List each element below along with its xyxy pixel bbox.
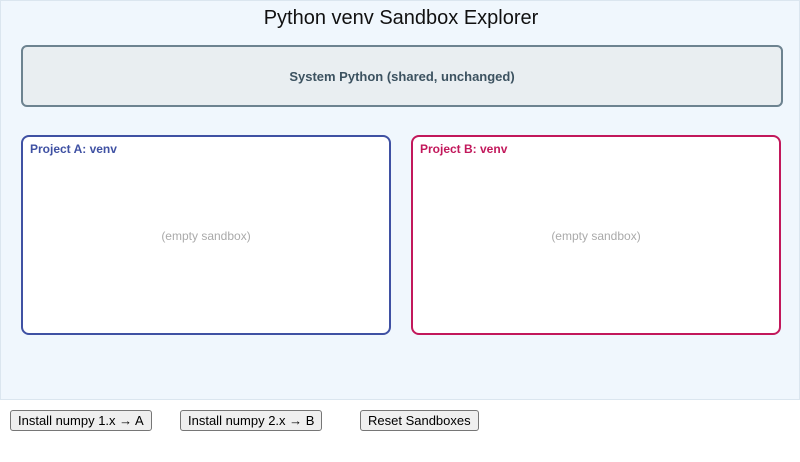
- project-a-venv-title: Project A: venv: [30, 142, 117, 156]
- project-a-venv-box: Project A: venv (empty sandbox): [21, 135, 391, 335]
- system-python-label: System Python (shared, unchanged): [289, 68, 515, 84]
- sandbox-stage: Python venv Sandbox Explorer System Pyth…: [0, 0, 800, 400]
- project-b-venv-title: Project B: venv: [420, 142, 508, 156]
- system-python-box: System Python (shared, unchanged): [21, 45, 783, 107]
- install-numpy-2x-b-button[interactable]: Install numpy 2.x → B: [180, 410, 323, 431]
- project-b-empty-text: (empty sandbox): [551, 229, 641, 243]
- install-numpy-1x-a-button[interactable]: Install numpy 1.x → A: [10, 410, 152, 431]
- project-a-empty-text: (empty sandbox): [161, 229, 251, 243]
- page-title: Python venv Sandbox Explorer: [263, 7, 539, 29]
- project-b-venv-box: Project B: venv (empty sandbox): [411, 135, 781, 335]
- reset-sandboxes-button[interactable]: Reset Sandboxes: [360, 410, 479, 431]
